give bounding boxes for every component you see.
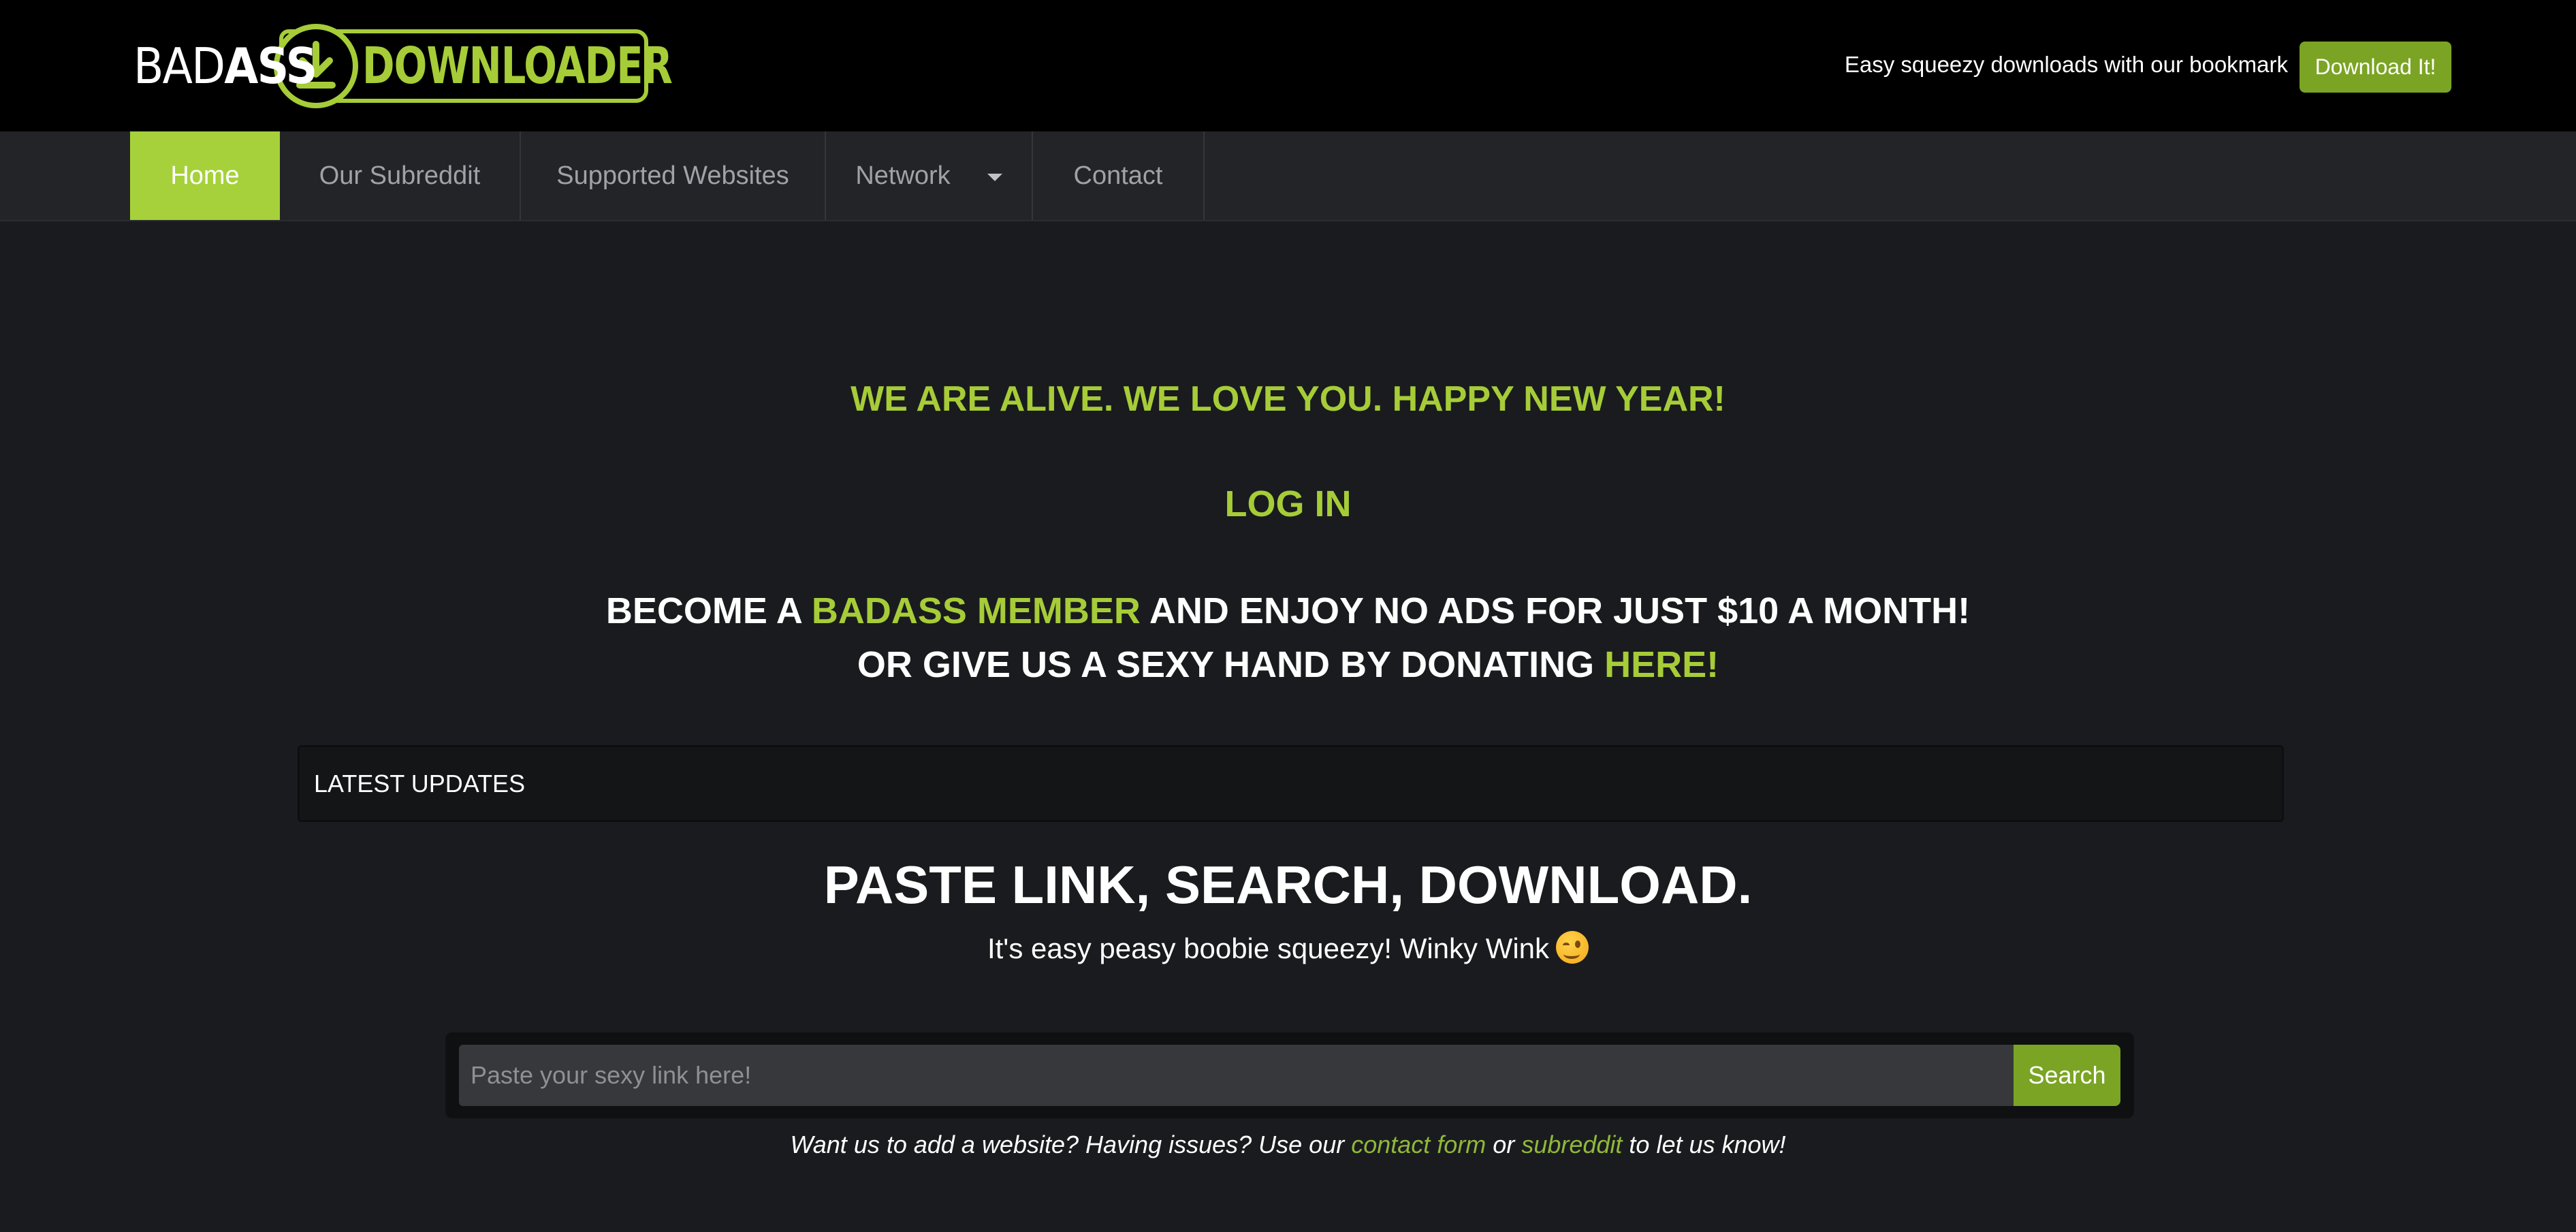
wink-emoji-icon <box>1556 931 1589 964</box>
latest-updates-bar[interactable]: LATEST UPDATES <box>298 745 2284 822</box>
membership-text-prefix: BECOME A <box>605 590 812 631</box>
announcement-heading: WE ARE ALIVE. WE LOVE YOU. HAPPY NEW YEA… <box>850 379 1726 419</box>
subreddit-link[interactable]: subreddit <box>1521 1131 1622 1158</box>
page-title: PASTE LINK, SEARCH, DOWNLOAD. <box>823 855 1753 915</box>
nav-item-label: Supported Websites <box>556 161 789 190</box>
donate-line: OR GIVE US A SEXY HAND BY DONATING HERE! <box>0 644 2576 686</box>
membership-text-suffix: AND ENJOY NO ADS FOR JUST $10 A MONTH! <box>1140 590 1971 631</box>
nav-item-label: Home <box>170 161 240 190</box>
download-it-button[interactable]: Download It! <box>2300 42 2451 93</box>
subtitle-text: It's easy peasy boobie squeezy! Winky Wi… <box>987 932 1550 964</box>
login-link-wrap: LOG IN <box>0 483 2576 525</box>
logo-text-left: BADASS <box>133 37 317 95</box>
page-subtitle: It's easy peasy boobie squeezy! Winky Wi… <box>0 931 2576 965</box>
help-text: Want us to add a website? Having issues?… <box>0 1131 2576 1159</box>
donate-text-prefix: OR GIVE US A SEXY HAND BY DONATING <box>857 644 1605 685</box>
search-form: Search <box>445 1032 2134 1118</box>
help-text-middle: or <box>1486 1131 1522 1158</box>
logo-text-right: DOWNLOADER <box>362 36 673 95</box>
donate-here-link[interactable]: HERE! <box>1604 644 1719 685</box>
caret-down-icon <box>987 173 1002 181</box>
top-header: BADASS DOWNLOADER Easy squeezy downloads… <box>0 0 2576 131</box>
search-button[interactable]: Search <box>2014 1045 2120 1106</box>
nav-item-label: Network <box>855 161 951 190</box>
nav-item-subreddit[interactable]: Our Subreddit <box>280 131 521 220</box>
login-link[interactable]: LOG IN <box>1225 484 1352 524</box>
logo-badge: DOWNLOADER <box>274 23 673 108</box>
header-tagline: Easy squeezy downloads with our bookmark <box>1844 52 2288 77</box>
help-text-after: to let us know! <box>1622 1131 1786 1158</box>
main-nav: Home Our Subreddit Supported Websites Ne… <box>0 131 2576 221</box>
latest-updates-label: LATEST UPDATES <box>314 769 526 797</box>
nav-item-network[interactable]: Network <box>826 131 1033 220</box>
nav-item-label: Contact <box>1073 161 1163 190</box>
nav-item-home[interactable]: Home <box>130 131 280 220</box>
nav-item-supported-websites[interactable]: Supported Websites <box>521 131 826 220</box>
contact-form-link[interactable]: contact form <box>1351 1131 1486 1158</box>
link-search-input[interactable] <box>459 1045 2025 1106</box>
site-logo[interactable]: BADASS DOWNLOADER <box>133 20 673 112</box>
help-text-before: Want us to add a website? Having issues?… <box>790 1131 1352 1158</box>
badass-member-link[interactable]: BADASS MEMBER <box>812 590 1141 631</box>
membership-line: BECOME A BADASS MEMBER AND ENJOY NO ADS … <box>0 590 2576 632</box>
nav-item-contact[interactable]: Contact <box>1033 131 1205 220</box>
nav-item-label: Our Subreddit <box>319 161 481 190</box>
